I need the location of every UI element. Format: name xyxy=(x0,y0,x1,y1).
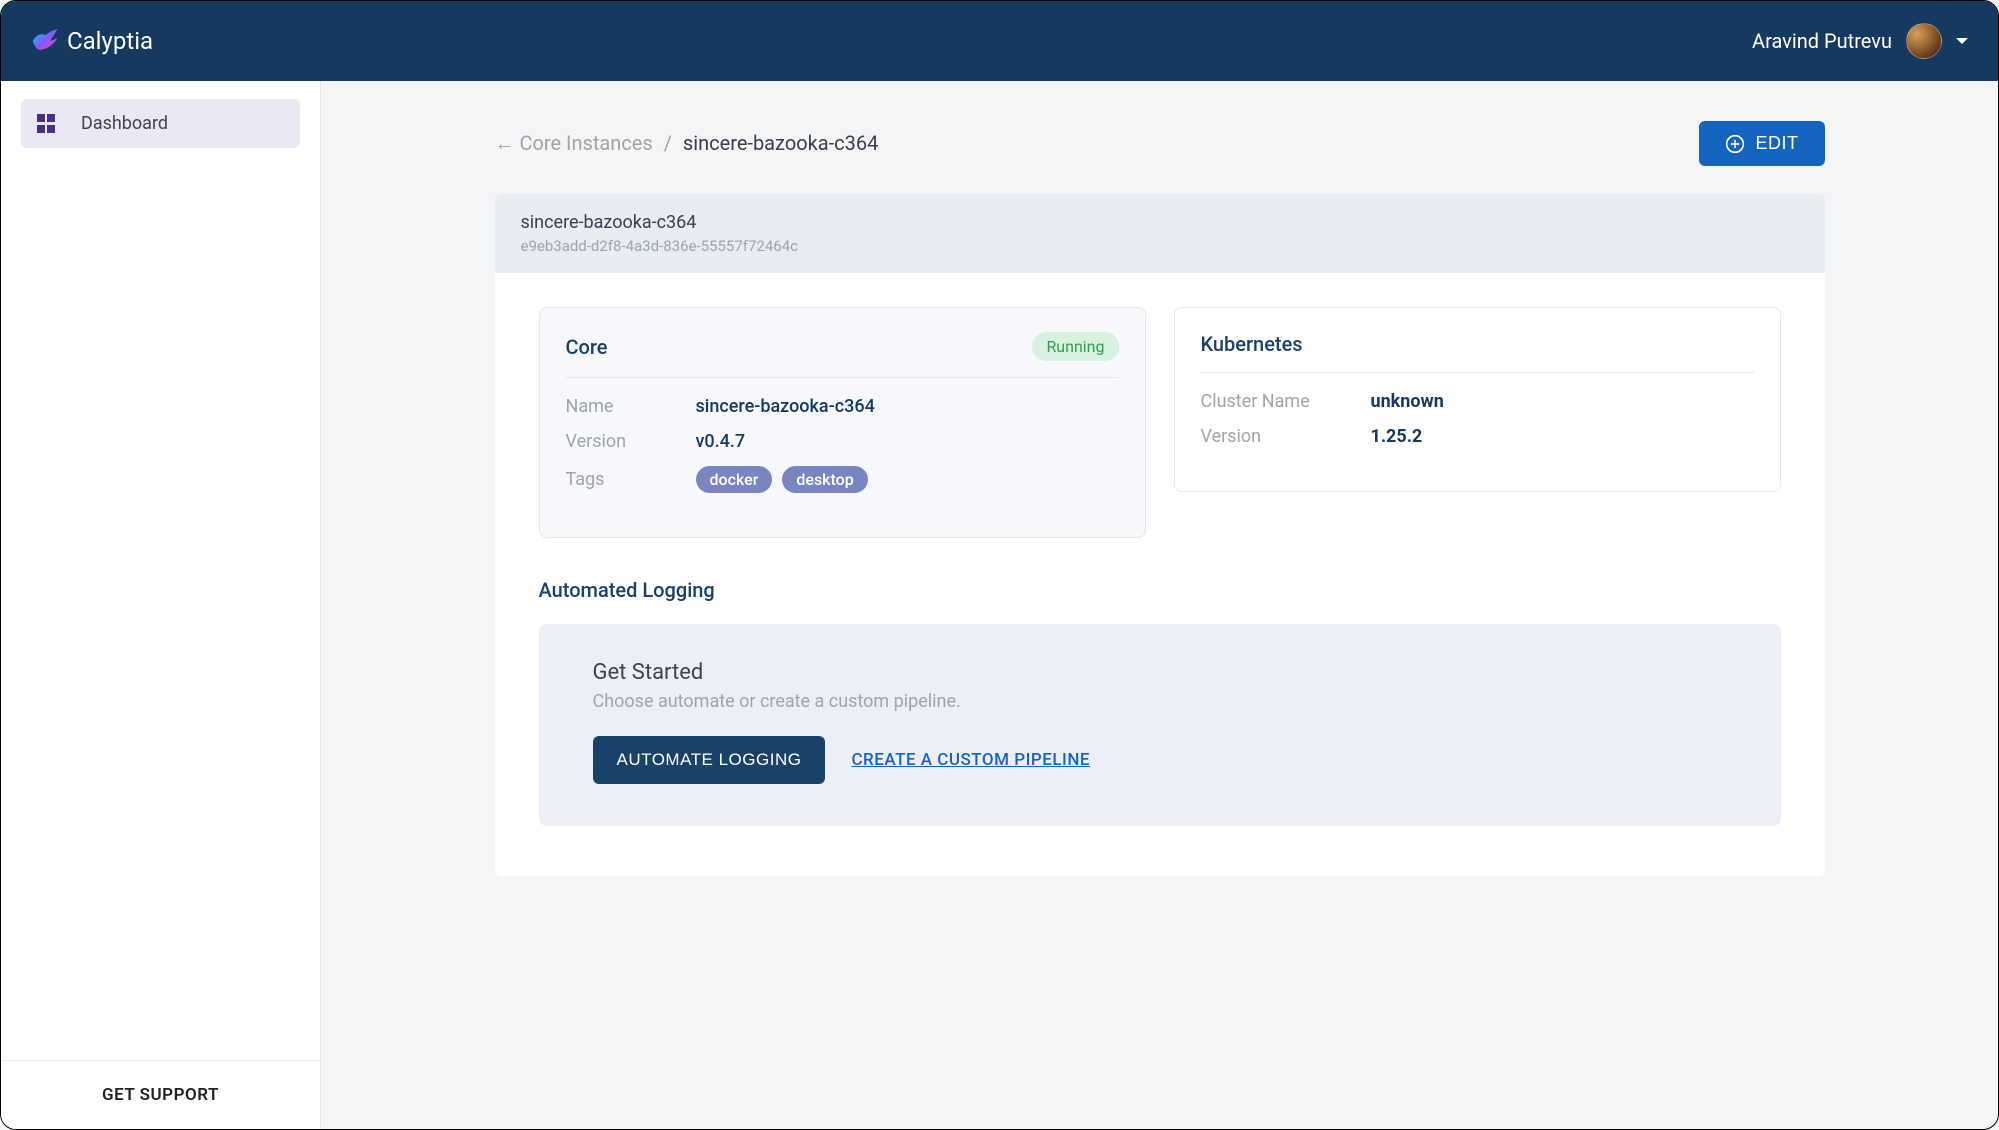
k8s-cluster-value: unknown xyxy=(1371,391,1444,412)
tag-pill: desktop xyxy=(782,466,867,493)
core-tags: docker desktop xyxy=(696,466,868,493)
tag-pill: docker xyxy=(696,466,773,493)
core-name-label: Name xyxy=(566,396,696,417)
automated-logging-title: Automated Logging xyxy=(539,578,1781,602)
user-name: Aravind Putrevu xyxy=(1752,29,1892,53)
dashboard-icon xyxy=(37,114,57,134)
create-custom-pipeline-link[interactable]: CREATE A CUSTOM PIPELINE xyxy=(851,750,1090,770)
plus-circle-icon xyxy=(1725,134,1745,154)
edit-button-label: EDIT xyxy=(1755,133,1798,154)
core-card: Core Running Name sincere-bazooka-c364 V… xyxy=(539,307,1146,538)
main-content: ← Core Instances / sincere-bazooka-c364 … xyxy=(321,81,1998,1129)
k8s-version-value: 1.25.2 xyxy=(1371,426,1423,447)
sidebar-item-label: Dashboard xyxy=(81,113,168,134)
sidebar: Dashboard GET SUPPORT xyxy=(1,81,321,1129)
instance-panel: sincere-bazooka-c364 e9eb3add-d2f8-4a3d-… xyxy=(495,194,1825,876)
get-started-box: Get Started Choose automate or create a … xyxy=(539,624,1781,826)
brand-name: Calyptia xyxy=(67,27,153,55)
avatar xyxy=(1906,23,1942,59)
kubernetes-card: Kubernetes Cluster Name unknown Version … xyxy=(1174,307,1781,492)
brand-logo[interactable]: Calyptia xyxy=(29,26,153,56)
breadcrumb-back[interactable]: ← Core Instances xyxy=(495,131,653,155)
app-header: Calyptia Aravind Putrevu xyxy=(1,1,1998,81)
core-version-value: v0.4.7 xyxy=(696,431,746,452)
panel-title: sincere-bazooka-c364 xyxy=(521,212,1799,233)
core-tags-label: Tags xyxy=(566,469,696,490)
k8s-cluster-label: Cluster Name xyxy=(1201,391,1371,412)
get-started-subtitle: Choose automate or create a custom pipel… xyxy=(593,691,1727,712)
automate-logging-button[interactable]: AUTOMATE LOGGING xyxy=(593,736,826,784)
bird-icon xyxy=(29,26,59,56)
k8s-title: Kubernetes xyxy=(1201,332,1303,356)
core-name-value: sincere-bazooka-c364 xyxy=(696,396,875,417)
k8s-version-label: Version xyxy=(1201,426,1371,447)
get-started-title: Get Started xyxy=(593,660,1727,685)
breadcrumb-current: sincere-bazooka-c364 xyxy=(683,131,878,155)
chevron-down-icon xyxy=(1956,38,1968,44)
get-support-link[interactable]: GET SUPPORT xyxy=(1,1085,320,1105)
panel-header: sincere-bazooka-c364 e9eb3add-d2f8-4a3d-… xyxy=(495,194,1825,273)
edit-button[interactable]: EDIT xyxy=(1699,121,1824,166)
user-menu[interactable]: Aravind Putrevu xyxy=(1752,23,1968,59)
breadcrumb: ← Core Instances / sincere-bazooka-c364 xyxy=(495,131,879,156)
breadcrumb-separator: / xyxy=(664,131,672,155)
core-version-label: Version xyxy=(566,431,696,452)
panel-subtitle: e9eb3add-d2f8-4a3d-836e-55557f72464c xyxy=(521,237,1799,255)
core-title: Core xyxy=(566,335,608,359)
sidebar-item-dashboard[interactable]: Dashboard xyxy=(21,99,300,148)
status-badge: Running xyxy=(1032,332,1118,361)
